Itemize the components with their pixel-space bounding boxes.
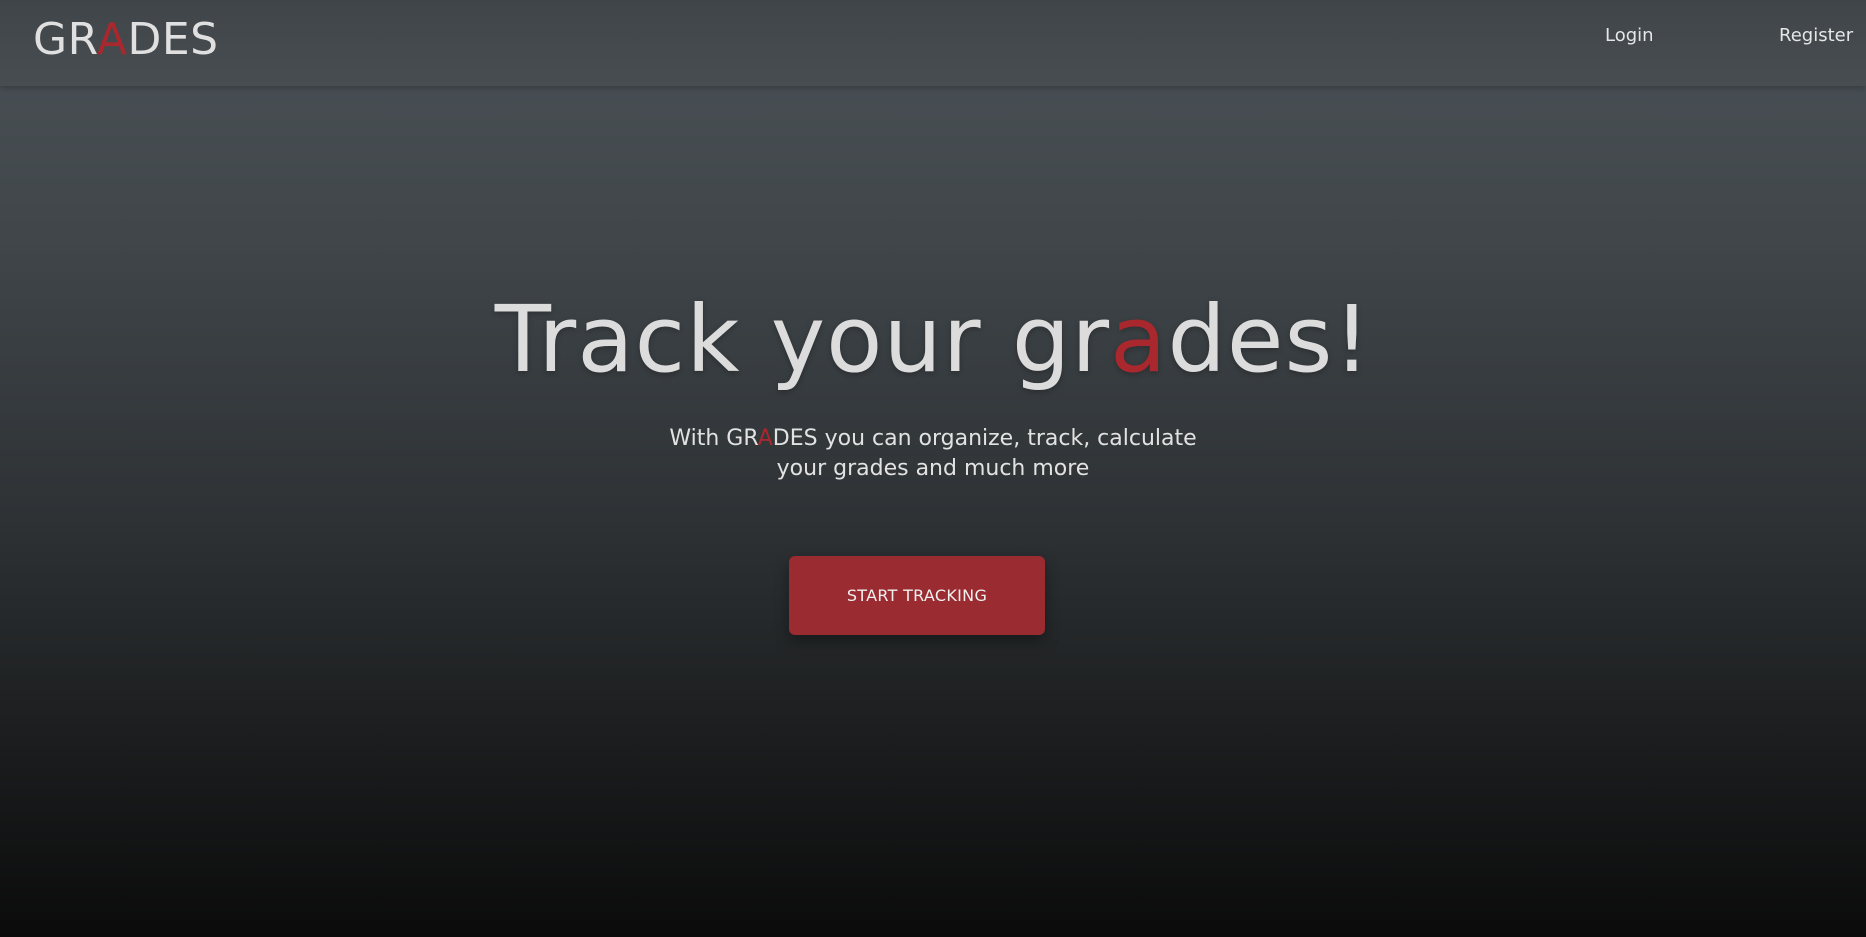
navbar: GRADES Login Register xyxy=(0,0,1866,86)
brand-logo[interactable]: GRADES xyxy=(33,15,219,65)
hero-subtitle-brand-start: GR xyxy=(726,426,758,451)
hero-title: Track your grades! xyxy=(0,280,1866,400)
hero-title-accent: a xyxy=(1110,286,1168,393)
start-tracking-button[interactable]: START TRACKING xyxy=(789,556,1045,635)
register-link[interactable]: Register xyxy=(1779,24,1853,48)
hero-subtitle-suffix: you can organize, track, calculate your … xyxy=(776,426,1197,481)
hero-title-start: Track your gr xyxy=(494,286,1111,393)
login-link[interactable]: Login xyxy=(1605,24,1654,48)
hero-subtitle-brand-accent: A xyxy=(757,426,773,451)
hero-subtitle-prefix: With xyxy=(669,426,727,451)
hero-title-end: des! xyxy=(1167,286,1372,393)
logo-text-end: DES xyxy=(127,14,219,65)
logo-text-start: GR xyxy=(33,14,97,65)
hero-subtitle: With GRADES you can organize, track, cal… xyxy=(653,424,1213,484)
logo-text-accent: A xyxy=(96,14,128,65)
hero-subtitle-brand-end: DES xyxy=(772,426,818,451)
hero-section: Track your grades! With GRADES you can o… xyxy=(0,280,1866,484)
